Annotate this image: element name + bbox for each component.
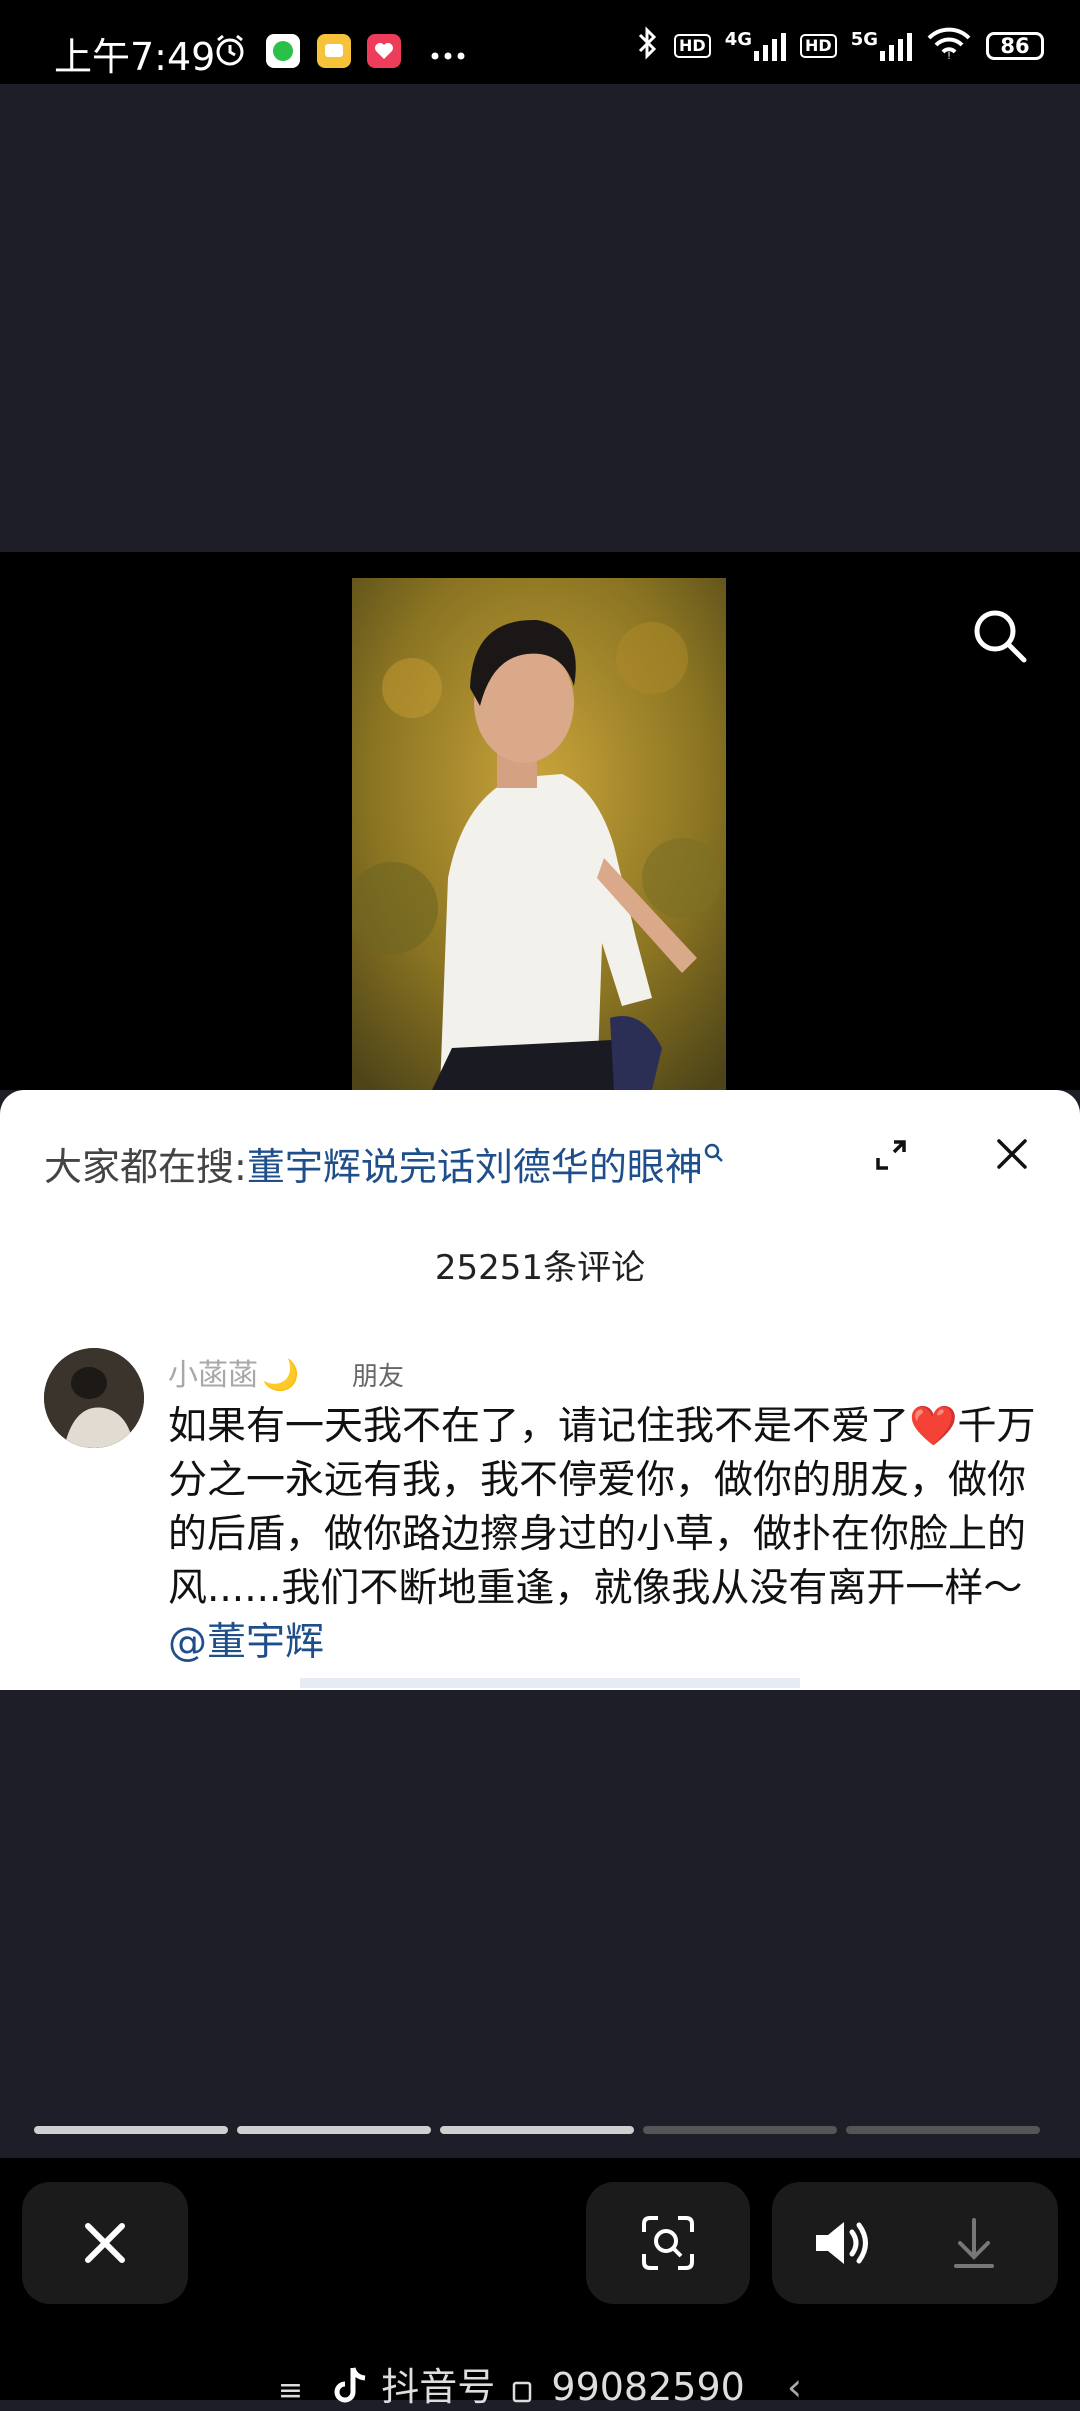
message-app-icon — [317, 34, 351, 68]
volume-icon — [816, 2222, 868, 2264]
friend-tag: 朋友 — [352, 1362, 405, 1392]
search-small-icon — [704, 1143, 723, 1162]
progress-segment-1 — [34, 2126, 228, 2134]
volume-button[interactable] — [808, 2210, 874, 2276]
douyin-label: 抖音号 — [381, 2365, 496, 2409]
bluetooth-icon — [636, 25, 660, 67]
progress-segment-4 — [643, 2126, 837, 2134]
status-time: 上午7:49 — [54, 35, 216, 79]
comment-username[interactable]: 小菡菡 🌙 — [168, 1350, 299, 1394]
scan-search-icon — [642, 2216, 694, 2270]
expand-button[interactable] — [872, 1136, 910, 1174]
tiktok-logo-icon — [334, 2367, 366, 2403]
hd-badge-2: HD — [800, 34, 837, 58]
comment-content: 如果有一天我不在了，请记住我不是不爱了❤️千万分之一永远有我，我不停爱你，做你的… — [168, 1404, 1036, 1611]
network-5g-label: 5G — [850, 29, 878, 50]
comment-text: 如果有一天我不在了，请记住我不是不爱了❤️千万分之一永远有我，我不停爱你，做你的… — [168, 1400, 1038, 1670]
more-notifications-icon — [430, 46, 470, 60]
wechat-app-icon — [266, 34, 300, 68]
progress-segment-3 — [440, 2126, 634, 2134]
douyin-id: 99082590 — [551, 2365, 745, 2409]
hot-search-prefix: 大家都在搜: — [44, 1145, 247, 1189]
signal-icon-2 — [880, 33, 912, 61]
hot-search-row[interactable]: 大家都在搜:董宇辉说完话刘德华的眼神 — [44, 1136, 725, 1191]
video-frame — [352, 578, 726, 1090]
comment-sheet: 大家都在搜:董宇辉说完话刘德华的眼神 25251条评论 小菡菡 🌙 朋友 如果有一… — [0, 1090, 1080, 1690]
wifi-icon: ! — [926, 26, 972, 66]
username-text: 小菡菡 — [168, 1358, 258, 1393]
signal-icon-1 — [754, 33, 787, 61]
back-glyph[interactable]: ‹ — [787, 2365, 802, 2409]
close-sheet-button[interactable] — [992, 1134, 1032, 1174]
username-emoji: 🌙 — [262, 1358, 300, 1393]
download-icon — [954, 2218, 994, 2268]
health-app-icon — [367, 34, 401, 68]
alarm-icon — [212, 32, 248, 68]
copy-icon — [513, 2381, 532, 2403]
faded-next-line — [300, 1672, 800, 1690]
douyin-watermark: ≡ 抖音号 99082590 ‹ — [0, 2356, 1080, 2411]
hot-search-query[interactable]: 董宇辉说完话刘德华的眼神 — [247, 1145, 703, 1189]
network-4g-label: 4G — [724, 29, 753, 50]
mention-link[interactable]: @董宇辉 — [168, 1620, 324, 1665]
hd-badge-1: HD — [674, 34, 711, 58]
search-icon — [974, 610, 1027, 663]
avatar[interactable] — [44, 1348, 144, 1448]
status-icons: HD 4G HD 5G ! 86 — [636, 26, 1044, 66]
comment-count: 25251条评论 — [434, 1248, 646, 1288]
menu-glyph: ≡ — [277, 2373, 304, 2408]
progress-segment-5 — [846, 2126, 1040, 2134]
close-icon — [997, 1139, 1027, 1169]
battery-indicator: 86 — [986, 32, 1044, 60]
close-viewer-button[interactable] — [22, 2182, 188, 2304]
expand-icon — [876, 1140, 906, 1170]
image-search-button[interactable] — [586, 2182, 750, 2304]
close-icon — [85, 2223, 125, 2263]
progress-segment-2 — [237, 2126, 431, 2134]
download-button[interactable] — [948, 2210, 1000, 2276]
search-button[interactable] — [968, 604, 1032, 668]
svg-text:!: ! — [947, 51, 951, 60]
